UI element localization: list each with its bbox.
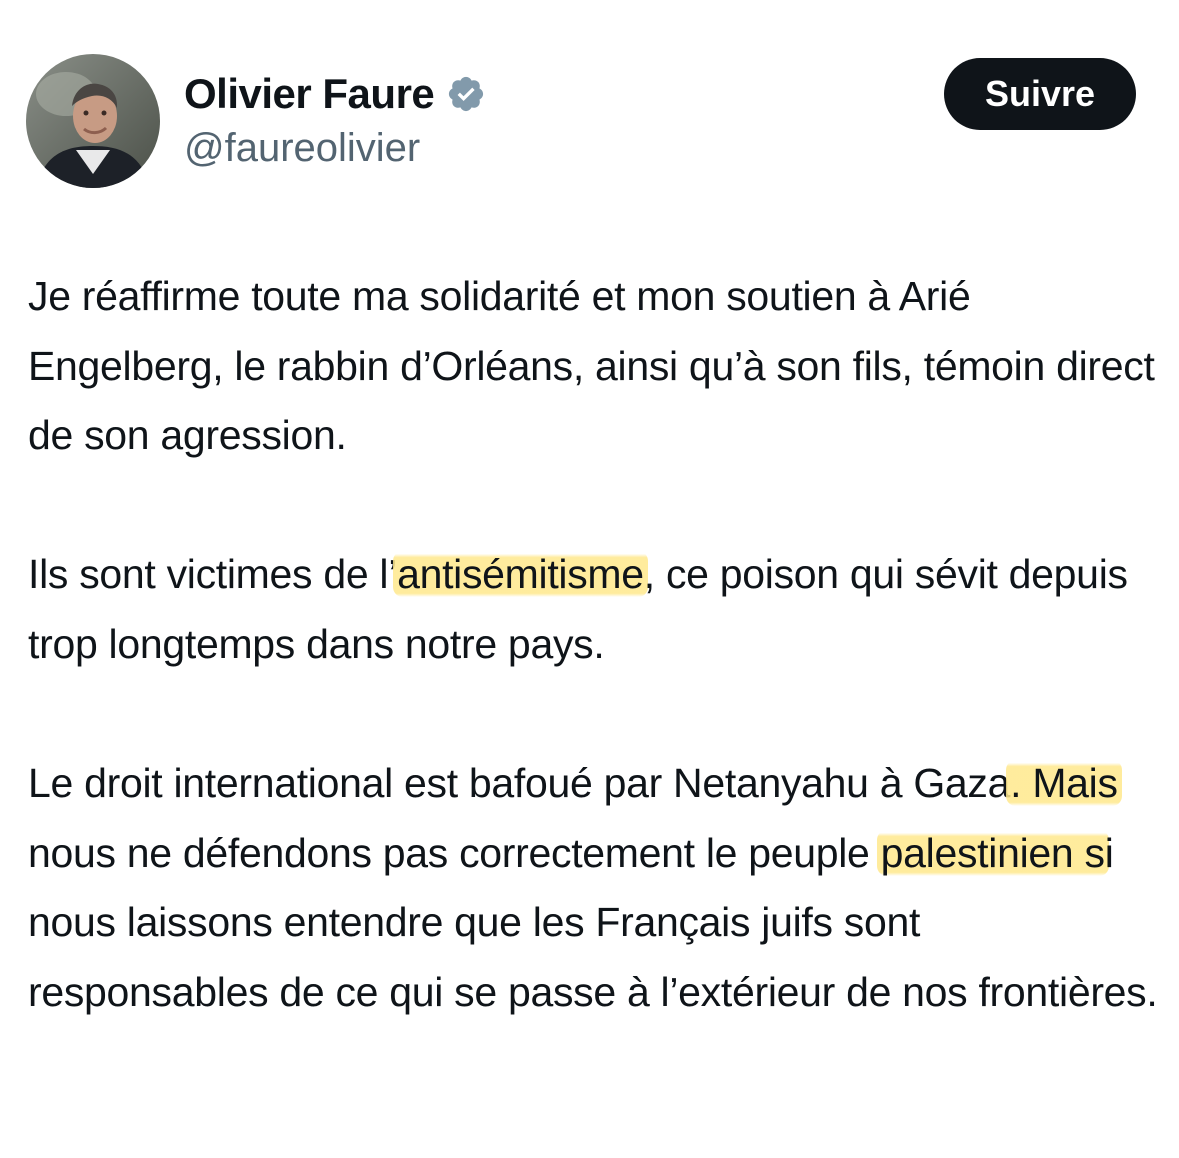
author-name-row: Olivier Faure <box>184 68 486 120</box>
follow-button[interactable]: Suivre <box>944 58 1136 130</box>
highlighted-text: . Mais <box>1006 760 1122 807</box>
tweet-paragraph: Ils sont victimes de l’antisémitisme, ce… <box>28 540 1163 679</box>
author-name[interactable]: Olivier Faure <box>184 68 435 120</box>
tweet-paragraph: Le droit international est bafoué par Ne… <box>28 749 1163 1027</box>
tweet-paragraph: Je réaffirme toute ma solidarité et mon … <box>28 262 1163 471</box>
tweet-text-segment: Je réaffirme toute ma solidarité et mon … <box>28 273 1155 459</box>
tweet-text: Je réaffirme toute ma solidarité et mon … <box>28 262 1163 1028</box>
profile-photo <box>26 54 160 188</box>
author-handle[interactable]: @faureolivier <box>184 124 420 172</box>
tweet-text-segment: Ils sont victimes de l’ <box>28 551 398 598</box>
verified-badge-icon <box>446 74 486 114</box>
tweet-text-segment: Le droit international est bafoué par Ne… <box>28 760 1011 807</box>
tweet-header: Olivier Faure @faureolivier Suivre <box>26 54 1136 188</box>
highlighted-text: antisémitisme <box>393 551 648 598</box>
tweet-text-segment: nous ne défendons pas correctement le pe… <box>28 829 881 876</box>
highlighted-text: palestinien s <box>876 829 1109 876</box>
avatar[interactable] <box>26 54 160 188</box>
